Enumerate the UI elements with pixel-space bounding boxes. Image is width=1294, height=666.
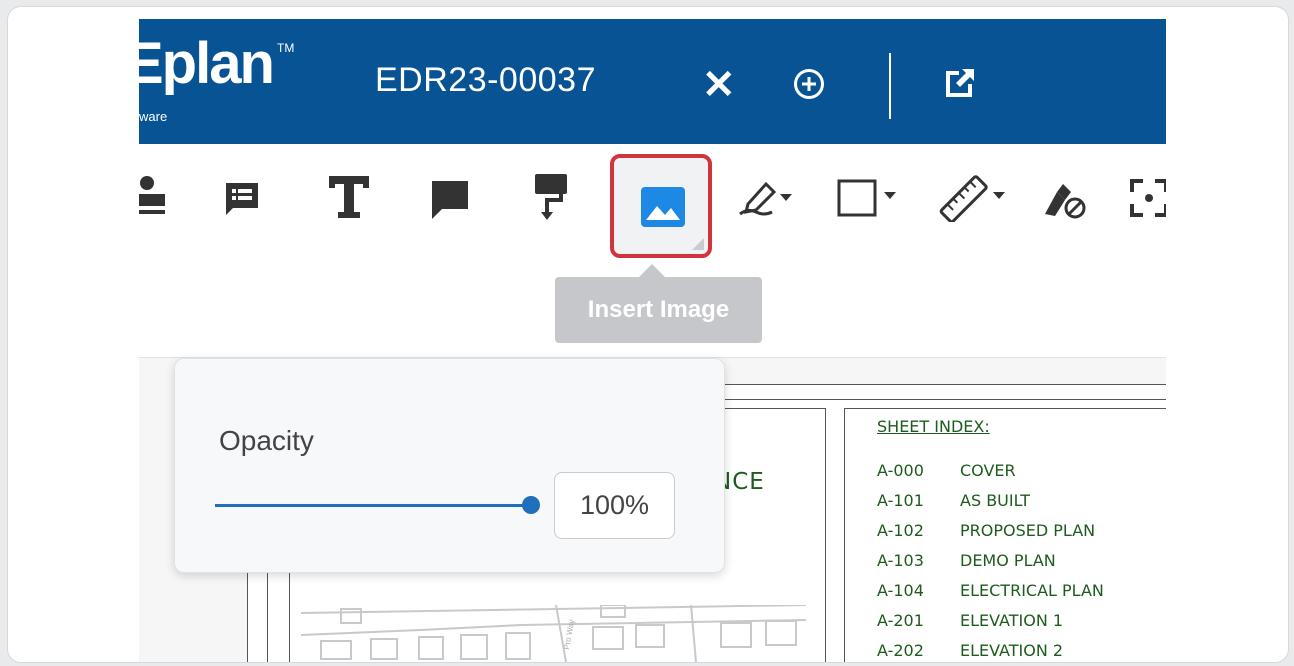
app-header: Eplan TM ware EDR23-00037 ✕ xyxy=(139,19,1166,144)
rectangle-icon[interactable] xyxy=(836,178,916,223)
opacity-slider-thumb[interactable] xyxy=(522,496,540,514)
index-name: ELECTRICAL PLAN xyxy=(960,581,1104,600)
index-row: A-101 AS BUILT xyxy=(877,491,1030,510)
index-name: COVER xyxy=(960,461,1016,480)
note-list-icon[interactable] xyxy=(223,180,261,223)
add-circle-icon[interactable] xyxy=(794,69,824,99)
index-row: A-102 PROPOSED PLAN xyxy=(877,521,1095,540)
screenshot-card: Eplan TM ware EDR23-00037 ✕ Insert Image… xyxy=(7,6,1289,663)
logo-trademark: TM xyxy=(277,41,295,55)
document-id: EDR23-00037 xyxy=(375,61,596,99)
header-divider xyxy=(889,53,891,119)
app-logo: Eplan xyxy=(139,31,275,96)
site-map-image: Pro Way xyxy=(301,605,806,662)
index-row: A-202 ELEVATION 2 xyxy=(877,641,1063,660)
eraser-icon[interactable] xyxy=(1041,178,1089,225)
index-name: DEMO PLAN xyxy=(960,551,1056,570)
speech-bubble-icon[interactable] xyxy=(430,179,470,226)
opacity-label: Opacity xyxy=(219,425,314,456)
index-code: A-000 xyxy=(877,461,924,480)
paint-roller-icon[interactable] xyxy=(533,172,569,227)
annotation-toolbar xyxy=(139,144,1166,264)
index-code: A-103 xyxy=(877,551,924,570)
index-code: A-101 xyxy=(877,491,924,510)
close-icon[interactable]: ✕ xyxy=(702,65,736,105)
insert-image-button[interactable] xyxy=(610,154,712,258)
open-in-new-icon[interactable] xyxy=(942,65,978,106)
index-row: A-104 ELECTRICAL PLAN xyxy=(877,581,1104,600)
opacity-panel: Opacity xyxy=(174,358,725,573)
index-row: A-000 COVER xyxy=(877,461,1016,480)
index-code: A-102 xyxy=(877,521,924,540)
opacity-slider-track[interactable] xyxy=(215,504,530,507)
tooltip-arrow xyxy=(639,264,665,277)
index-name: PROPOSED PLAN xyxy=(960,521,1096,540)
app-viewport: Eplan TM ware EDR23-00037 ✕ Insert Image… xyxy=(139,19,1166,662)
insert-image-tooltip: Insert Image xyxy=(555,277,762,343)
index-row: A-103 DEMO PLAN xyxy=(877,551,1056,570)
text-icon[interactable] xyxy=(327,174,371,225)
pen-icon[interactable] xyxy=(736,178,806,223)
sheet-index-title: SHEET INDEX: xyxy=(877,417,990,436)
index-code: A-104 xyxy=(877,581,924,600)
index-code: A-201 xyxy=(877,611,924,630)
index-code: A-202 xyxy=(877,641,924,660)
ruler-icon[interactable] xyxy=(935,174,1019,227)
index-name: ELEVATION 1 xyxy=(960,611,1064,630)
index-row: A-201 ELEVATION 1 xyxy=(877,611,1063,630)
index-name: ELEVATION 2 xyxy=(960,641,1064,660)
opacity-input[interactable] xyxy=(554,472,675,539)
index-name: AS BUILT xyxy=(960,491,1031,510)
focus-icon[interactable] xyxy=(1129,178,1166,223)
dropdown-corner-indicator xyxy=(692,238,704,250)
image-icon xyxy=(641,187,685,227)
logo-subtitle: ware xyxy=(139,109,168,124)
stamp-icon[interactable] xyxy=(139,174,169,225)
